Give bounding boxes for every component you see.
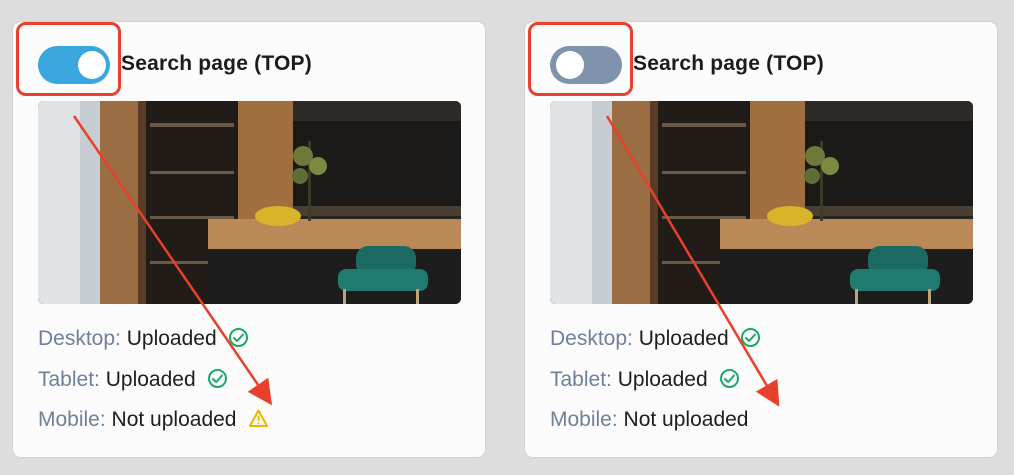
check-circle-icon <box>229 328 249 347</box>
kitchen-photo-svg <box>550 101 973 304</box>
check-circle-icon <box>720 369 740 388</box>
check-circle-icon <box>741 328 761 347</box>
status-value: Uploaded <box>617 368 708 391</box>
visibility-toggle[interactable] <box>38 46 110 84</box>
toggle-knob <box>78 51 106 79</box>
status-mobile: Mobile: Not uploaded <box>550 408 748 432</box>
status-value: Uploaded <box>126 327 217 350</box>
status-desktop: Desktop: Uploaded <box>38 327 249 351</box>
status-tablet: Tablet: Uploaded <box>38 368 228 392</box>
check-circle-icon <box>208 369 228 388</box>
kitchen-photo-svg <box>38 101 461 304</box>
status-value: Not uploaded <box>623 408 749 431</box>
banner-card-enabled: Search page (TOP) Desktop: Uploaded Tabl… <box>13 22 485 457</box>
status-mobile: Mobile: Not uploaded <box>38 408 269 432</box>
status-label: Tablet: <box>38 368 100 391</box>
status-desktop: Desktop: Uploaded <box>550 327 761 351</box>
card-title: Search page (TOP) <box>633 52 824 75</box>
status-label: Desktop: <box>38 327 121 350</box>
kitchen-photo <box>550 101 973 304</box>
visibility-toggle[interactable] <box>550 46 622 84</box>
status-label: Mobile: <box>38 408 106 431</box>
status-label: Tablet: <box>550 368 612 391</box>
card-title: Search page (TOP) <box>121 52 312 75</box>
status-value: Uploaded <box>638 327 729 350</box>
status-label: Desktop: <box>550 327 633 350</box>
kitchen-photo <box>38 101 461 304</box>
banner-card-disabled: Search page (TOP) Desktop: Uploaded Tabl… <box>525 22 997 457</box>
status-tablet: Tablet: Uploaded <box>550 368 740 392</box>
toggle-knob <box>556 51 584 79</box>
status-value: Not uploaded <box>111 408 237 431</box>
status-label: Mobile: <box>550 408 618 431</box>
status-value: Uploaded <box>105 368 196 391</box>
warning-triangle-icon <box>249 409 269 427</box>
